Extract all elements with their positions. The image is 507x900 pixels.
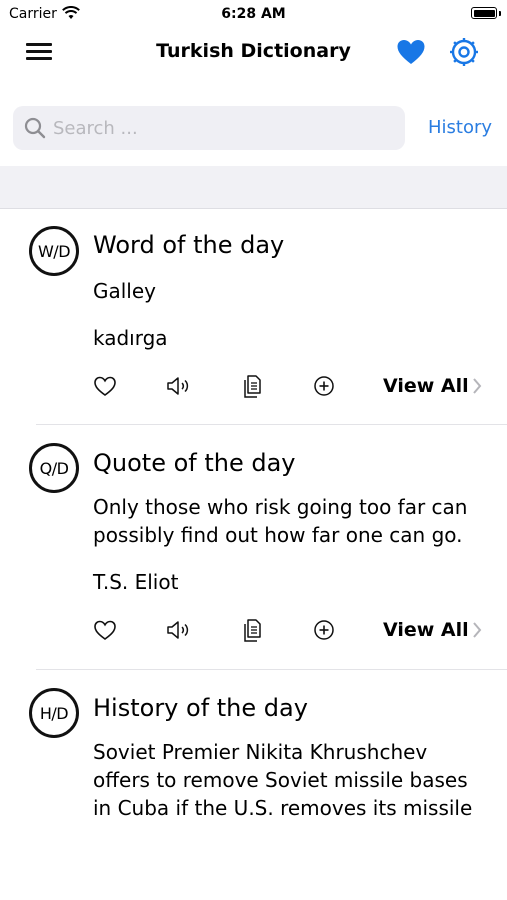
card-badge: Q/D	[29, 443, 79, 493]
search-input[interactable]	[53, 106, 393, 150]
chevron-right-icon	[473, 378, 482, 394]
history-line: offers to remove Soviet missile bases	[93, 768, 468, 792]
history-button[interactable]: History	[428, 117, 492, 138]
history-line: in Cuba if the U.S. removes its missile	[93, 796, 473, 820]
word-english: Galley	[93, 279, 157, 303]
card-title: History of the day	[93, 694, 308, 722]
card-title: Quote of the day	[93, 449, 296, 477]
card-title: Word of the day	[93, 231, 285, 259]
card-badge: H/D	[29, 688, 79, 738]
nav-bar: Turkish Dictionary	[0, 28, 507, 78]
favorite-icon[interactable]	[90, 615, 120, 645]
quote-line: Only those who risk going too far can	[93, 495, 468, 519]
quote-line: possibly find out how far one can go.	[93, 523, 463, 547]
battery-tip	[499, 11, 501, 16]
view-all-button[interactable]: View All	[383, 375, 469, 397]
add-icon[interactable]	[309, 371, 339, 401]
history-line: Soviet Premier Nikita Khrushchev	[93, 740, 428, 764]
copy-icon[interactable]	[238, 615, 268, 645]
favorite-icon[interactable]	[90, 371, 120, 401]
battery-icon	[471, 7, 497, 19]
gear-icon[interactable]	[448, 36, 480, 68]
divider	[36, 424, 507, 425]
history-card-viewport: H/D History of the day Soviet Premier Ni…	[0, 680, 507, 828]
clock: 6:28 AM	[221, 6, 286, 22]
divider	[36, 669, 507, 670]
heart-icon[interactable]	[396, 37, 426, 67]
chevron-right-icon	[473, 622, 482, 638]
copy-icon[interactable]	[238, 371, 268, 401]
status-bar: Carrier 6:28 AM	[0, 0, 507, 28]
quote-author: T.S. Eliot	[93, 570, 179, 594]
search-icon	[24, 117, 46, 139]
speaker-icon[interactable]	[164, 615, 194, 645]
section-header-band	[0, 166, 507, 209]
card-badge: W/D	[29, 226, 79, 276]
word-turkish: kadırga	[93, 326, 168, 350]
speaker-icon[interactable]	[164, 371, 194, 401]
search-field[interactable]	[13, 106, 405, 150]
add-icon[interactable]	[309, 615, 339, 645]
page-title: Turkish Dictionary	[156, 40, 351, 62]
view-all-button[interactable]: View All	[383, 619, 469, 641]
search-bar: History	[0, 100, 507, 156]
